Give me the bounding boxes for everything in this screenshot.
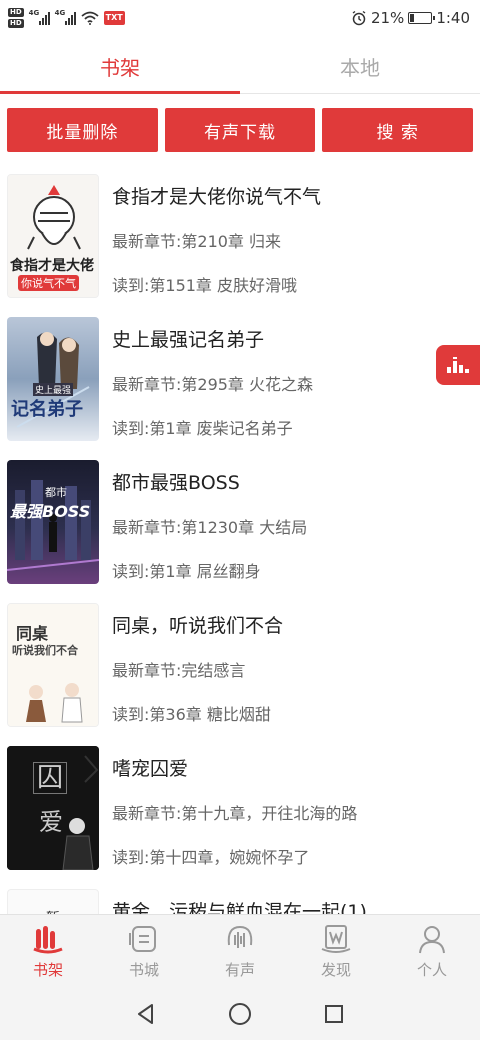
nav-label: 发现 — [320, 961, 351, 979]
book-item[interactable]: 食指才是大佬 你说气不气 食指才是大佬你说气不气 最新章节:第210章 归来 读… — [0, 168, 480, 308]
book-item[interactable]: 囚 爱 嗜宠囚爱 最新章节:第十九章，开往北海的路 读到:第十四章，婉婉怀孕了 — [0, 740, 480, 880]
book-list: 食指才是大佬 你说气不气 食指才是大佬你说气不气 最新章节:第210章 归来 读… — [0, 168, 480, 914]
equalizer-icon — [447, 357, 469, 373]
bookstore-icon — [129, 926, 156, 952]
nav-label: 有声 — [224, 961, 255, 979]
latest-chapter: 最新章节:完结感言 — [112, 661, 246, 680]
nav-discover[interactable]: 发现 — [288, 915, 384, 988]
action-bar: 批量删除 有声下载 搜 索 — [7, 108, 474, 152]
book-cover[interactable]: 都市 最强BOSS — [7, 460, 99, 584]
tab-bookshelf[interactable]: 书架 — [0, 40, 240, 94]
book-title: 嗜宠囚爱 — [112, 758, 189, 780]
network-type-label: 4G — [54, 9, 66, 17]
book-cover[interactable]: 史上最强 记名弟子 — [7, 317, 99, 441]
latest-chapter: 最新章节:第210章 归来 — [112, 232, 282, 251]
signal-icon: 4G — [28, 9, 50, 25]
batch-delete-button[interactable]: 批量删除 — [7, 108, 158, 152]
latest-chapter: 最新章节:第十九章，开往北海的路 — [112, 804, 358, 823]
book-cover[interactable]: 暂 — [7, 889, 99, 914]
back-icon[interactable] — [134, 1002, 158, 1026]
system-nav-bar — [0, 988, 480, 1040]
network-type-label: 4G — [28, 9, 40, 17]
book-item[interactable]: 同桌 听说我们不合 同桌，听说我们不合 最新章节:完结感言 读到:第36章 糖比… — [0, 597, 480, 737]
cover-title: 食指才是大佬 — [10, 258, 94, 274]
cover-subtitle: 听说我们不合 — [12, 644, 78, 657]
wifi-icon — [81, 11, 99, 25]
read-progress: 读到:第36章 糖比烟甜 — [112, 705, 271, 724]
alarm-icon — [352, 10, 366, 26]
hd-indicators: HD HD — [8, 8, 24, 28]
top-tabs: 书架 本地 — [0, 40, 480, 94]
nav-label: 书架 — [32, 961, 63, 979]
latest-chapter: 最新章节:第1230章 大结局 — [112, 518, 308, 537]
nav-profile[interactable]: 个人 — [384, 915, 480, 988]
book-title: 食指才是大佬你说气不气 — [112, 186, 322, 208]
read-progress: 读到:第1章 废柴记名弟子 — [112, 419, 293, 438]
book-title: 史上最强记名弟子 — [112, 329, 265, 351]
nav-bookshelf[interactable]: 书架 — [0, 915, 96, 988]
clock: 1:40 — [436, 9, 470, 27]
bottom-nav: 书架 书城 有声 发现 个人 — [0, 914, 480, 988]
nav-audio[interactable]: 有声 — [192, 915, 288, 988]
cover-title: 囚 — [33, 762, 68, 794]
discover-icon — [321, 925, 351, 953]
cover-subtitle: 爱 — [39, 808, 63, 836]
audio-download-button[interactable]: 有声下载 — [164, 108, 316, 152]
battery-icon — [408, 12, 436, 24]
book-cover[interactable]: 食指才是大佬 你说气不气 — [7, 174, 99, 298]
cover-subtitle: 你说气不气 — [18, 275, 79, 291]
person-icon — [419, 926, 445, 954]
book-title: 黄金、污秽与鲜血混在一起(1) — [112, 901, 367, 914]
app-notification-badge: TXT — [103, 11, 125, 25]
nav-label: 个人 — [416, 961, 447, 979]
battery-fill — [410, 14, 415, 22]
cover-title: 同桌 — [16, 624, 49, 643]
status-left: HD HD 4G 4G TXT — [8, 8, 125, 28]
home-icon[interactable] — [227, 1001, 253, 1027]
read-progress: 读到:第151章 皮肤好滑哦 — [112, 276, 298, 295]
hd-badge: HD — [8, 19, 24, 28]
book-title: 都市最强BOSS — [112, 472, 240, 494]
search-button[interactable]: 搜 索 — [322, 108, 474, 152]
status-bar: HD HD 4G 4G TXT 21% 1:40 — [0, 0, 480, 36]
battery-percent: 21% — [370, 9, 405, 27]
status-right: 21% 1:40 — [351, 9, 470, 27]
book-cover[interactable]: 囚 爱 — [7, 746, 99, 870]
cover-title: 最强BOSS — [10, 502, 91, 521]
tab-local[interactable]: 本地 — [240, 40, 480, 93]
book-cover[interactable]: 同桌 听说我们不合 — [7, 603, 99, 727]
recents-icon[interactable] — [322, 1002, 346, 1026]
book-item[interactable]: 史上最强 记名弟子 史上最强记名弟子 最新章节:第295章 火花之森 读到:第1… — [0, 311, 480, 451]
audio-floating-button[interactable] — [436, 345, 480, 385]
book-item[interactable]: 都市 最强BOSS 都市最强BOSS 最新章节:第1230章 大结局 读到:第1… — [0, 454, 480, 594]
read-progress: 读到:第十四章，婉婉怀孕了 — [112, 848, 310, 867]
app-screen: HD HD 4G 4G TXT 21% 1:40 书架 本地 批量删除 有声下载… — [0, 0, 480, 1040]
bookshelf-icon — [33, 926, 63, 954]
book-item[interactable]: 暂 黄金、污秽与鲜血混在一起(1) — [0, 883, 480, 914]
latest-chapter: 最新章节:第295章 火花之森 — [112, 375, 314, 394]
book-title: 同桌，听说我们不合 — [112, 615, 284, 637]
signal-icon: 4G — [54, 9, 76, 25]
hd-badge: HD — [8, 8, 24, 17]
nav-label: 书城 — [128, 961, 159, 979]
nav-bookstore[interactable]: 书城 — [96, 915, 192, 988]
cover-title: 记名弟子 — [11, 399, 83, 420]
read-progress: 读到:第1章 屌丝翻身 — [112, 562, 261, 581]
audio-icon — [227, 925, 253, 948]
